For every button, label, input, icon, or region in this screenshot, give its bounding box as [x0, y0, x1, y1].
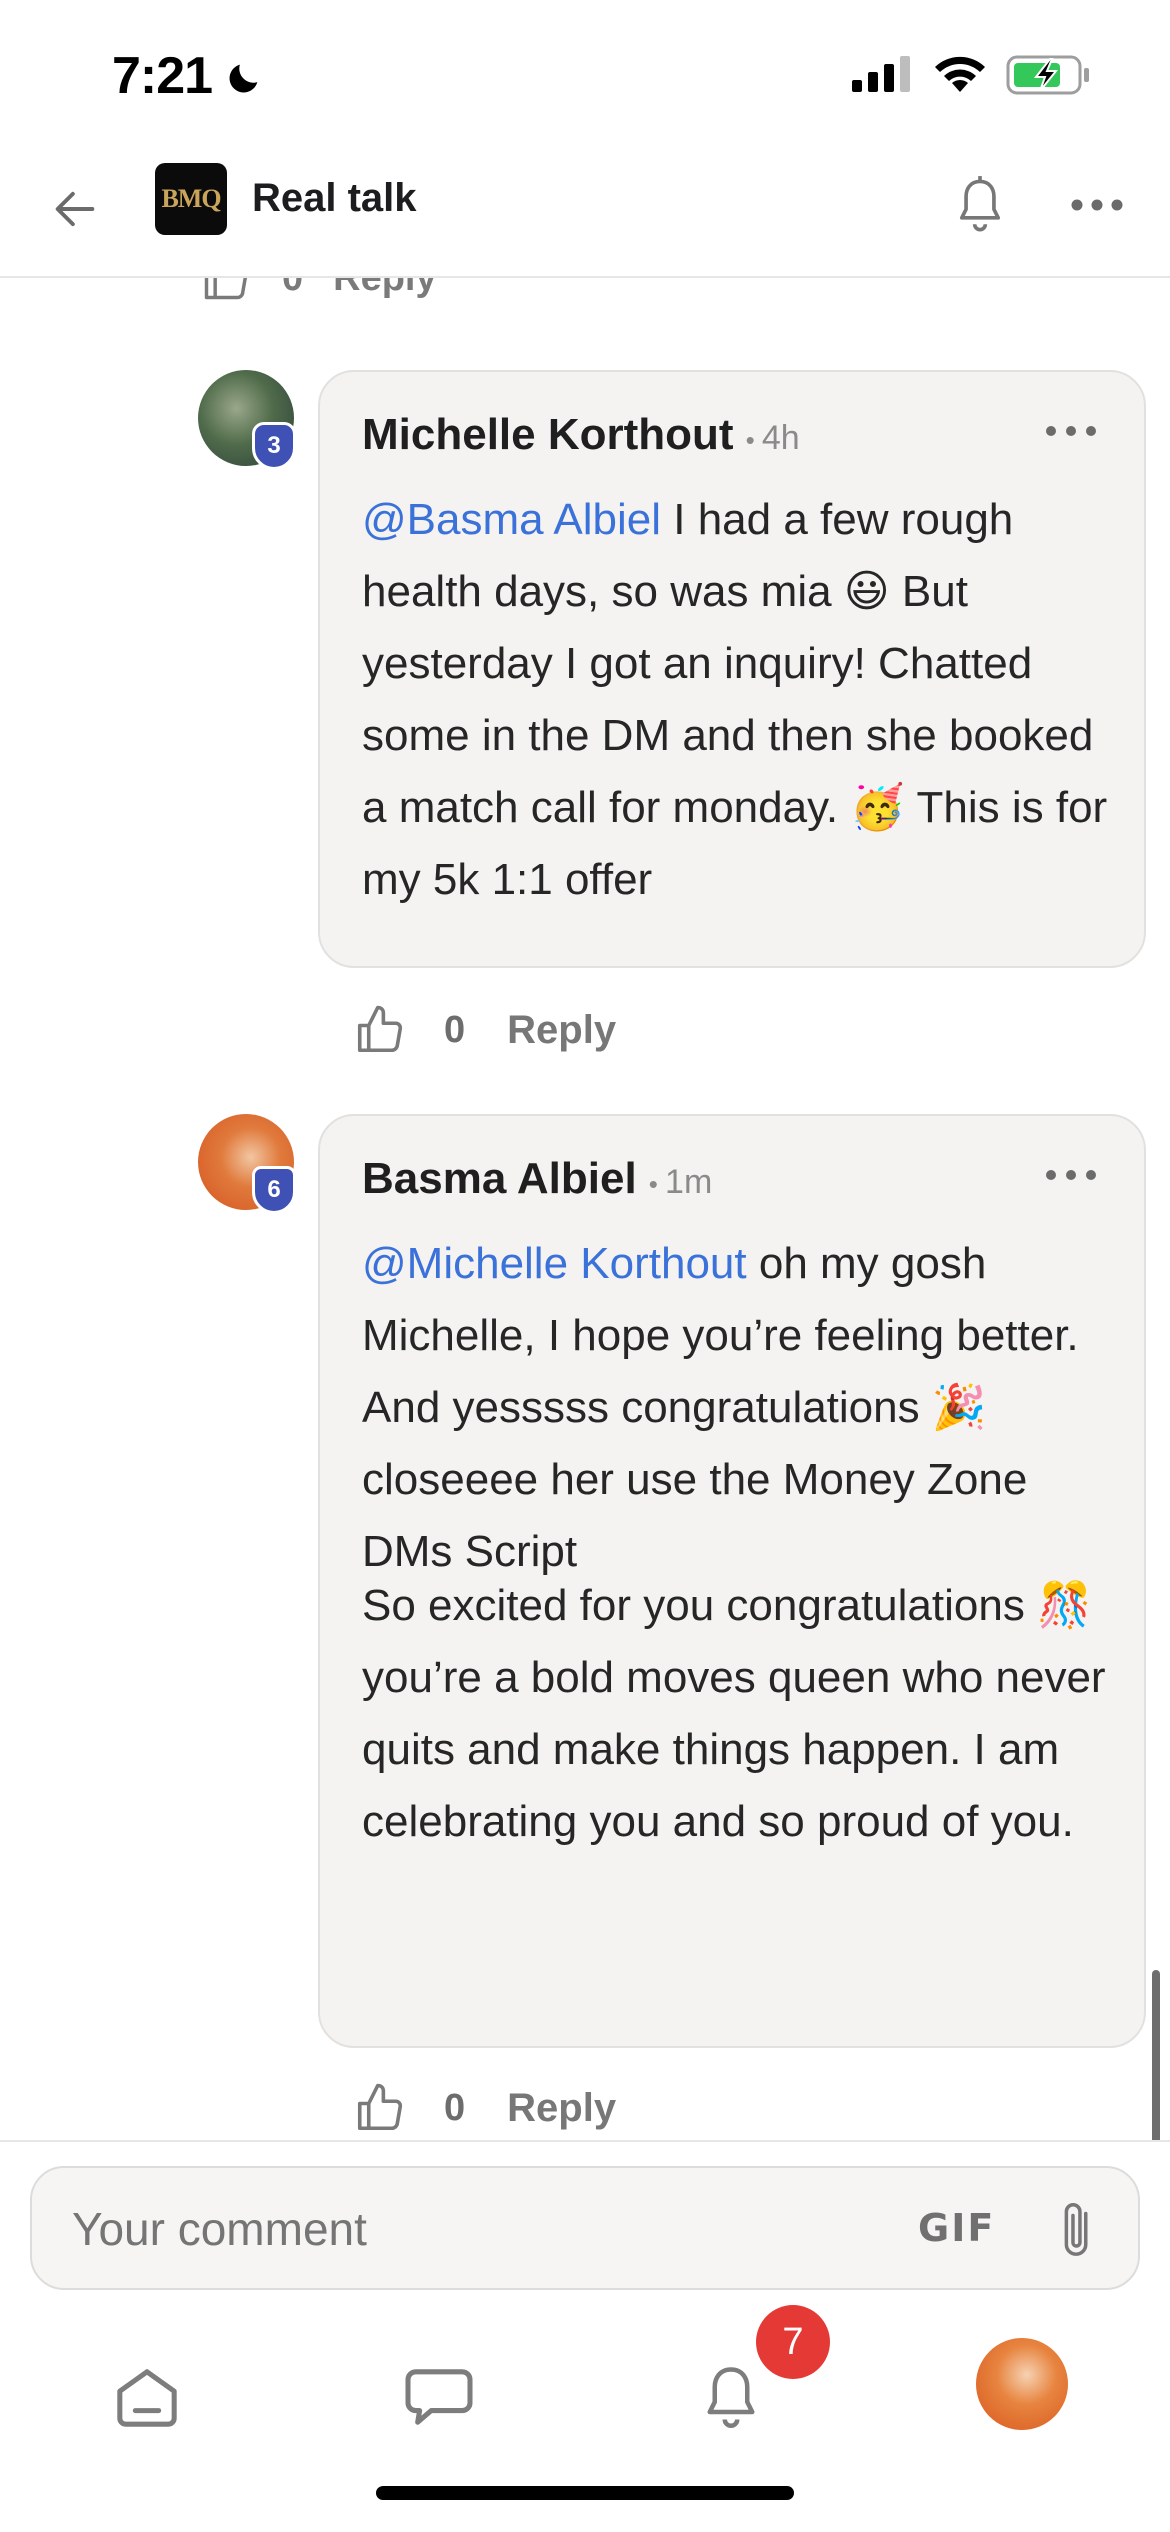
comment-feed[interactable]: 0 Reply 3 Michelle Korthout 4h @Basma Al…: [0, 278, 1170, 2140]
composer-box: GIF: [30, 2166, 1140, 2290]
bell-icon: [707, 2367, 755, 2428]
bell-off-icon: [959, 176, 1001, 232]
comment-bubble: Basma Albiel 1m @Michelle Korthout oh my…: [318, 1114, 1146, 2048]
group-logo[interactable]: BMQ: [155, 163, 227, 235]
comment-input[interactable]: [72, 2202, 892, 2256]
home-icon: [117, 2369, 177, 2427]
top-header: BMQ Real talk: [0, 150, 1170, 278]
nav-notifications[interactable]: [686, 2352, 776, 2442]
arrow-left-icon: [55, 191, 95, 227]
comment-more-button[interactable]: [1046, 416, 1096, 446]
nav-home[interactable]: [102, 2352, 192, 2442]
level-badge: 3: [252, 422, 296, 470]
mention-link[interactable]: @Michelle Korthout: [362, 1239, 747, 1288]
reply-button[interactable]: Reply: [507, 2086, 616, 2131]
group-title[interactable]: Real talk: [252, 176, 417, 221]
comment-text-second-paragraph: So excited for you congratulations 🎊 you…: [362, 1581, 1106, 1846]
more-options-button[interactable]: [1066, 170, 1128, 240]
group-logo-text: BMQ: [161, 184, 221, 213]
home-indicator: [376, 2486, 794, 2500]
reply-button[interactable]: Reply: [333, 278, 436, 300]
comment-time: 4h: [746, 419, 800, 458]
comment-text: @Basma Albiel I had a few rough health d…: [362, 484, 1122, 916]
comment-author[interactable]: Michelle Korthout: [362, 410, 734, 460]
like-count: 0: [444, 1008, 466, 1051]
nav-chat[interactable]: [394, 2352, 484, 2442]
profile-avatar[interactable]: [976, 2338, 1068, 2430]
comment-body: oh my gosh Michelle, I hope you’re feeli…: [362, 1239, 1079, 1576]
signal-icon: [852, 56, 910, 92]
comment-header: Michelle Korthout 4h: [362, 410, 800, 460]
paperclip-icon: [1064, 2203, 1088, 2256]
comment-time: 1m: [649, 1163, 712, 1202]
thumbs-up-icon: [357, 1005, 403, 1053]
more-horizontal-icon: [1071, 199, 1123, 211]
attach-button[interactable]: [1048, 2194, 1108, 2264]
comment-composer: GIF: [0, 2140, 1170, 2320]
back-button[interactable]: [40, 174, 110, 244]
moon-icon: [229, 64, 258, 93]
comment-actions: 0 Reply: [352, 2078, 616, 2138]
comment-bubble: Michelle Korthout 4h @Basma Albiel I had…: [318, 370, 1146, 968]
comment-text: @Michelle Korthout oh my gosh Michelle, …: [362, 1228, 1122, 1588]
battery-charging-icon: [1006, 55, 1089, 95]
status-time: 7:21: [112, 47, 213, 105]
gif-button[interactable]: GIF: [918, 2206, 995, 2250]
comment-more-button[interactable]: [1046, 1160, 1096, 1190]
comment-body: I had a few rough health days, so was mi…: [362, 495, 1108, 904]
thumbs-up-icon: [357, 2083, 403, 2131]
mute-notifications-button[interactable]: [950, 170, 1010, 240]
notification-count-badge: 7: [756, 2305, 830, 2379]
comment-header: Basma Albiel 1m: [362, 1154, 712, 1204]
comment-actions: 0 Reply: [352, 1000, 616, 1060]
status-bar: 7:21: [0, 0, 1170, 150]
like-count: 0: [444, 2086, 466, 2129]
level-badge: 6: [252, 1166, 296, 1214]
like-count: 0: [282, 278, 303, 300]
like-button[interactable]: [352, 2080, 408, 2136]
mention-link[interactable]: @Basma Albiel: [362, 495, 661, 544]
previous-comment-actions: 0 Reply: [200, 278, 437, 308]
comment-author[interactable]: Basma Albiel: [362, 1154, 637, 1204]
wifi-icon: [935, 56, 985, 92]
thumbs-up-icon[interactable]: [200, 278, 252, 304]
like-button[interactable]: [352, 1002, 408, 1058]
reply-button[interactable]: Reply: [507, 1008, 616, 1053]
chat-icon: [405, 2369, 473, 2425]
